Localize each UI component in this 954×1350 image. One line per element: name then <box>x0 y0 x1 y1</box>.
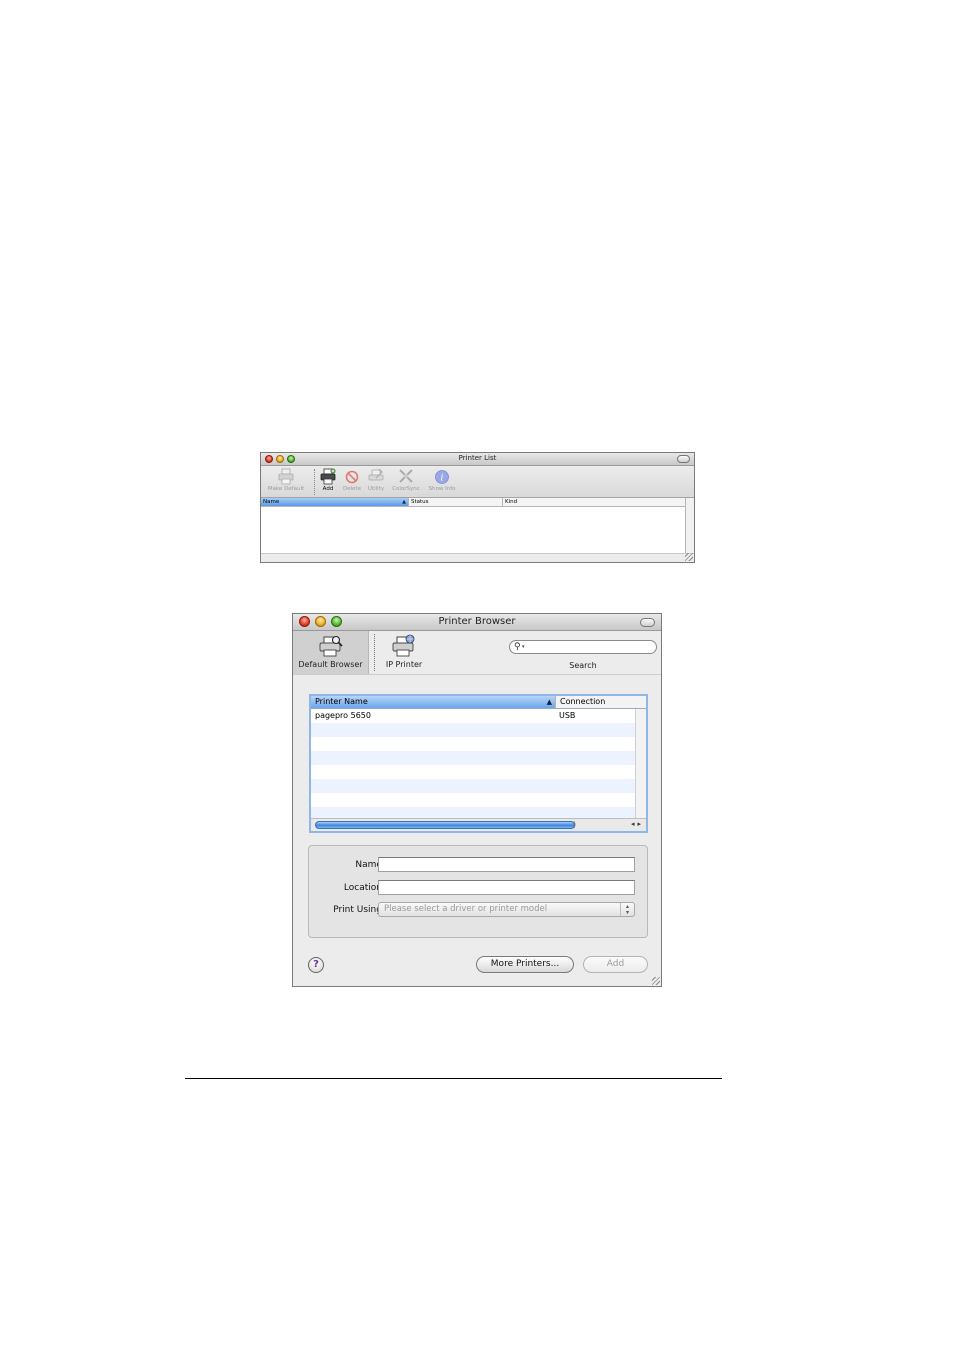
column-connection-label: Connection <box>560 697 606 706</box>
svg-text:i: i <box>441 474 444 484</box>
show-info-label: Show Info <box>428 486 456 492</box>
horizontal-scroll-thumb[interactable] <box>315 821 575 829</box>
printer-browser-titlebar: Printer Browser <box>293 614 661 631</box>
column-name-label: Name <box>263 499 280 505</box>
column-printer-name-label: Printer Name <box>315 697 368 706</box>
delete-button[interactable]: Delete <box>342 468 362 492</box>
horizontal-scrollbar[interactable]: ) ◂▸ <box>311 818 646 831</box>
sort-ascending-icon: ▲ <box>402 499 406 505</box>
add-printer-icon <box>320 468 336 485</box>
printer-icon <box>278 468 294 485</box>
tab-default-browser[interactable]: Default Browser <box>293 631 369 674</box>
up-down-arrows-icon: ▴ ▾ <box>620 903 634 916</box>
help-icon: ? <box>313 959 319 970</box>
column-header-kind[interactable]: Kind <box>503 498 686 506</box>
printer-table-header: Printer Name ▲ Connection <box>311 696 646 709</box>
table-row-empty <box>311 779 635 793</box>
table-row-empty <box>311 737 635 751</box>
resize-grip[interactable] <box>652 977 660 985</box>
name-field[interactable] <box>378 857 635 872</box>
search-icon: ⚲ <box>514 642 521 652</box>
help-button[interactable]: ? <box>308 957 324 973</box>
printer-list-header: Name ▲ Status Kind <box>261 498 686 507</box>
scroll-track-end: ) <box>573 820 577 829</box>
column-header-printer-name[interactable]: Printer Name ▲ <box>311 696 555 708</box>
location-field[interactable] <box>378 880 635 895</box>
more-printers-button[interactable]: More Printers... <box>476 956 574 973</box>
sort-ascending-icon: ▲ <box>546 698 552 706</box>
column-status-label: Status <box>411 499 429 505</box>
make-default-button[interactable]: Make Default <box>265 468 307 492</box>
search-label: Search <box>569 661 597 670</box>
printer-table-rows: pagepro 5650 USB <box>311 709 635 821</box>
connection-cell: USB <box>559 711 576 720</box>
tab-ip-printer[interactable]: IP Printer <box>379 631 429 674</box>
column-header-connection[interactable]: Connection <box>555 696 646 708</box>
tab-ip-printer-label: IP Printer <box>385 660 423 669</box>
toolbar-toggle-button[interactable] <box>640 618 655 627</box>
bottom-bar <box>261 553 694 562</box>
make-default-label: Make Default <box>267 486 305 492</box>
printer-list-titlebar: Printer List <box>261 453 694 466</box>
printer-details-form: Name: Location: Print Using: Please sele… <box>308 845 648 938</box>
toolbar-separator <box>374 634 375 671</box>
table-row-empty <box>311 723 635 737</box>
window-title: Printer List <box>458 454 497 462</box>
table-row-empty <box>311 793 635 807</box>
printer-browser-window: Printer Browser Default Browser IP Print… <box>292 613 662 987</box>
column-header-status[interactable]: Status <box>409 498 503 506</box>
utility-icon <box>368 468 384 485</box>
add-button[interactable]: Add <box>583 956 648 973</box>
table-row[interactable]: pagepro 5650 USB <box>311 709 635 723</box>
more-printers-label: More Printers... <box>490 959 560 969</box>
colorsync-button[interactable]: ColorSync <box>390 468 422 492</box>
add-label: Add <box>322 486 334 492</box>
toolbar-toggle-button[interactable] <box>677 455 690 463</box>
info-icon: i <box>434 468 450 485</box>
delete-label: Delete <box>342 486 362 492</box>
show-info-button[interactable]: i Show Info <box>425 468 459 492</box>
default-browser-icon <box>318 634 344 658</box>
delete-icon <box>344 468 360 485</box>
page-footer-rule <box>185 1078 722 1079</box>
toolbar-separator <box>314 469 315 495</box>
chevron-down-icon: ▾ <box>522 644 525 650</box>
window-title: Printer Browser <box>438 616 516 627</box>
column-kind-label: Kind <box>505 499 518 505</box>
toolbar-divider <box>293 674 661 675</box>
utility-button[interactable]: Utility <box>366 468 386 492</box>
vertical-scrollbar[interactable] <box>685 498 694 554</box>
search-field[interactable]: ⚲ ▾ <box>509 640 657 654</box>
print-using-value: Please select a driver or printer model <box>384 904 548 914</box>
ip-printer-icon <box>391 634 417 658</box>
add-button[interactable]: Add <box>319 468 337 492</box>
scroll-arrows-icon[interactable]: ◂▸ <box>631 820 644 828</box>
utility-label: Utility <box>367 486 385 492</box>
tab-default-browser-label: Default Browser <box>298 660 363 669</box>
printer-list-toolbar: Make Default Add Delete Utility ColorSyn… <box>261 466 694 498</box>
colorsync-icon <box>398 468 414 485</box>
printer-list-table-body[interactable] <box>261 507 686 554</box>
table-row-empty <box>311 751 635 765</box>
table-row-empty <box>311 765 635 779</box>
add-label: Add <box>606 959 625 969</box>
printer-table: Printer Name ▲ Connection pagepro 5650 U… <box>309 694 648 833</box>
printer-browser-toolbar: Default Browser IP Printer ⚲ ▾ Search <box>293 631 661 674</box>
printer-list-window: Printer List Make Default Add Delete Uti… <box>260 452 695 563</box>
print-using-select[interactable]: Please select a driver or printer model … <box>378 902 635 917</box>
vertical-scrollbar[interactable] <box>635 709 646 819</box>
printer-name-cell: pagepro 5650 <box>315 711 371 720</box>
resize-grip[interactable] <box>685 553 693 561</box>
column-header-name[interactable]: Name ▲ <box>261 498 409 506</box>
colorsync-label: ColorSync <box>392 486 420 492</box>
